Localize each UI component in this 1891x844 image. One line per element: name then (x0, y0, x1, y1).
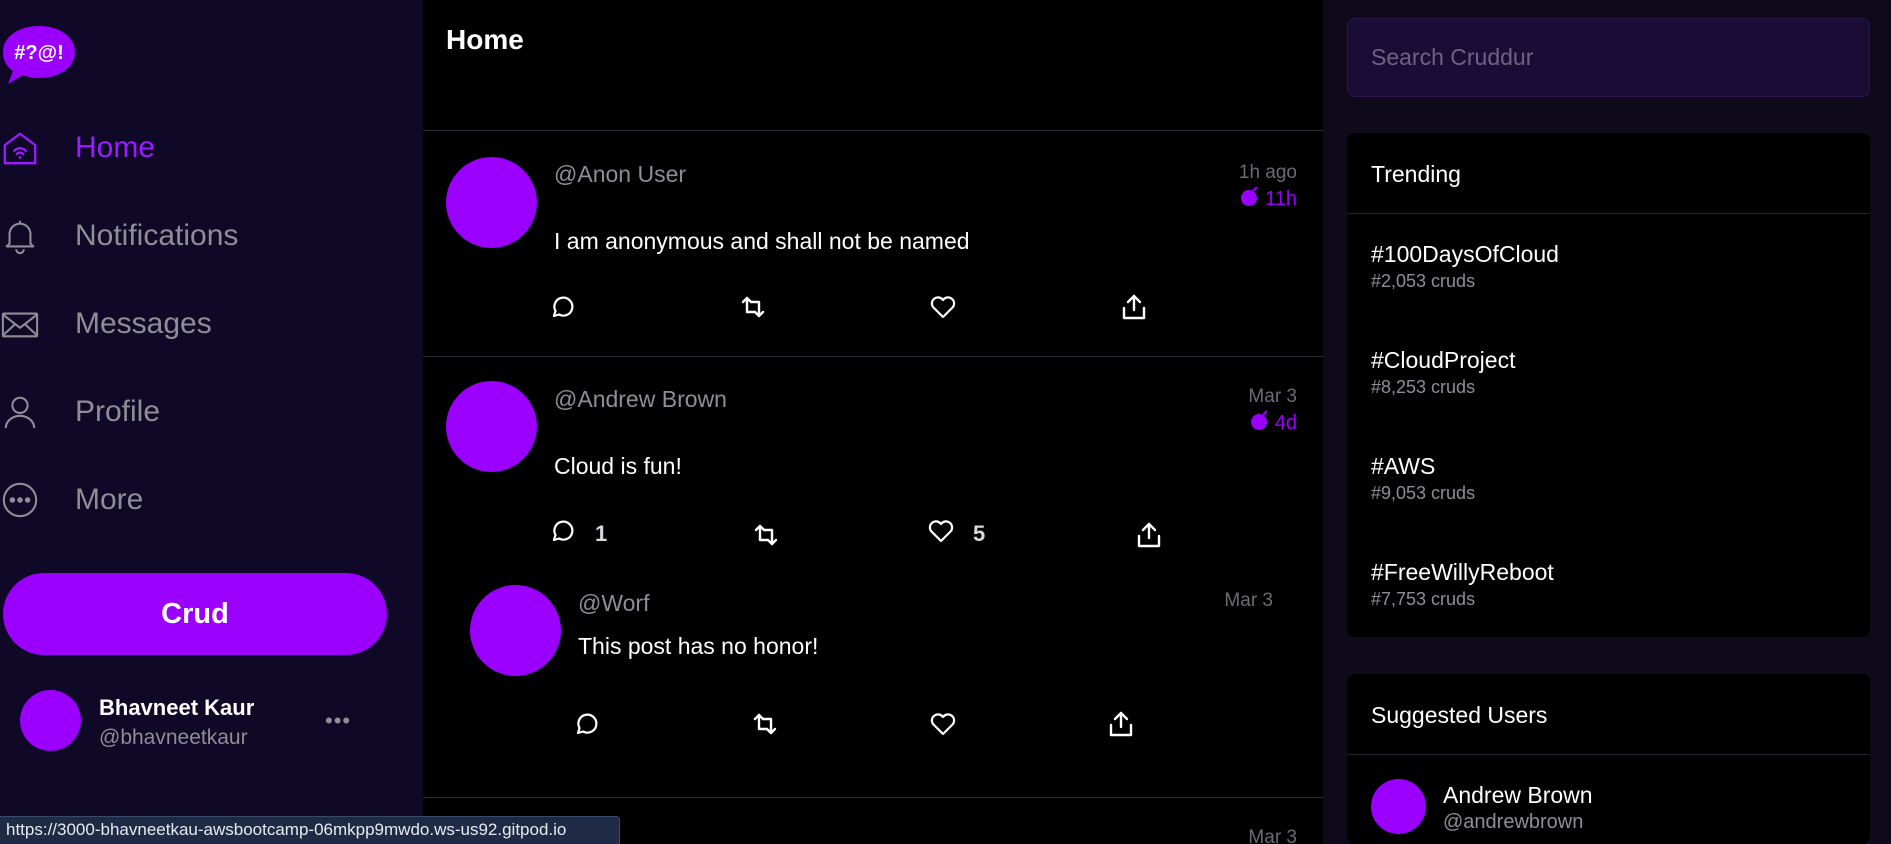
post-handle[interactable]: @Andrew Brown (554, 386, 727, 413)
reply-button[interactable] (573, 710, 601, 743)
avatar[interactable] (446, 381, 537, 472)
reply-count: 1 (595, 520, 608, 546)
nav-profile[interactable]: Profile (0, 382, 160, 442)
like-count: 5 (973, 520, 986, 546)
trending-tag: #FreeWillyReboot (1371, 559, 1554, 585)
home-icon (0, 128, 40, 168)
trending-count: #8,253 cruds (1371, 377, 1476, 397)
bomb-icon (1239, 185, 1261, 213)
bomb-icon (1249, 409, 1271, 437)
post-handle[interactable]: @Anon User (554, 161, 686, 188)
nav-messages[interactable]: Messages (0, 294, 212, 354)
trending-item[interactable]: #100DaysOfCloud #2,053 cruds (1371, 241, 1851, 292)
current-user-card[interactable]: Bhavneet Kaur @bhavneetkaur ••• (20, 690, 400, 752)
nav-notifications-label: Notifications (75, 219, 239, 252)
user-icon (0, 392, 40, 432)
avatar (1371, 779, 1426, 834)
reply-time: Mar 3 (1224, 590, 1273, 611)
trending-item[interactable]: #FreeWillyReboot #7,753 cruds (1371, 559, 1851, 610)
avatar[interactable] (446, 157, 537, 248)
share-button[interactable] (1107, 710, 1135, 743)
like-button[interactable] (929, 710, 957, 743)
more-circle-icon (0, 480, 40, 520)
right-column: Trending #100DaysOfCloud #2,053 cruds #C… (1323, 0, 1891, 844)
reply-avatar[interactable] (470, 585, 561, 676)
expires-text: 4d (1274, 411, 1297, 434)
link-status-bar: https://3000-bhavneetkau-awsbootcamp-06m… (0, 816, 620, 844)
repost-icon (752, 521, 780, 554)
suggested-user-handle: @andrewbrown (1443, 811, 1584, 833)
share-button[interactable] (1135, 521, 1163, 554)
post-text: I am anonymous and shall not be named (554, 228, 970, 254)
post[interactable]: @Andrew Brown Mar 3 4d Cloud is fun! 1 5… (423, 357, 1323, 797)
repost-button[interactable] (752, 521, 780, 554)
share-icon (1107, 710, 1135, 743)
trending-item[interactable]: #AWS #9,053 cruds (1371, 453, 1851, 504)
nav-home[interactable]: Home (0, 118, 155, 178)
trending-count: #7,753 cruds (1371, 589, 1476, 609)
trending-item[interactable]: #CloudProject #8,253 cruds (1371, 347, 1851, 398)
repost-button[interactable] (739, 293, 767, 326)
reply-handle[interactable]: @Worf (578, 590, 649, 617)
divider (423, 797, 1323, 798)
page-title: Home (446, 24, 524, 55)
post-expires: 4d (1249, 409, 1297, 437)
logo-text: #?@! (14, 42, 64, 64)
current-user-name: Bhavneet Kaur (99, 695, 255, 720)
crud-button[interactable]: Crud (3, 573, 387, 655)
user-more-button[interactable]: ••• (325, 708, 351, 734)
search-input[interactable] (1347, 18, 1870, 97)
post-time: Mar 3 (1248, 386, 1297, 407)
repost-button[interactable] (751, 710, 779, 743)
post[interactable]: @Anon User 1h ago 11h I am anonymous and… (423, 131, 1323, 356)
reply-button[interactable]: 1 (549, 517, 607, 550)
divider (1347, 754, 1870, 755)
current-user-handle: @bhavneetkaur (99, 726, 248, 749)
heart-icon (929, 293, 957, 326)
post-expires: 11h (1239, 185, 1297, 213)
trending-tag: #100DaysOfCloud (1371, 241, 1559, 267)
nav-more-label: More (75, 483, 144, 516)
nav-notifications[interactable]: Notifications (0, 206, 238, 266)
heart-icon (927, 517, 955, 550)
left-sidebar: #?@! Home Notifications Messages Profile… (0, 0, 423, 844)
repost-icon (739, 293, 767, 326)
nav-home-label: Home (75, 131, 156, 164)
reply-button[interactable] (549, 293, 577, 326)
nav-messages-label: Messages (75, 307, 212, 340)
nav-more[interactable]: More (0, 470, 143, 530)
suggested-title: Suggested Users (1371, 702, 1548, 728)
post-time: Mar 3 (1248, 827, 1297, 844)
suggested-user[interactable]: Andrew Brown @andrewbrown (1371, 779, 1851, 835)
bell-icon (0, 216, 40, 256)
reply-text: This post has no honor! (578, 633, 819, 659)
reply-icon (549, 517, 577, 550)
trending-count: #2,053 cruds (1371, 271, 1476, 291)
trending-panel: Trending #100DaysOfCloud #2,053 cruds #C… (1347, 133, 1870, 637)
envelope-icon (0, 304, 40, 344)
share-icon (1120, 293, 1148, 326)
post-text: Cloud is fun! (554, 453, 682, 479)
reply-icon (549, 293, 577, 326)
suggested-users-panel: Suggested Users Andrew Brown @andrewbrow… (1347, 674, 1870, 844)
share-icon (1135, 521, 1163, 554)
like-button[interactable]: 5 (927, 517, 985, 550)
expires-text: 11h (1265, 187, 1297, 210)
trending-count: #9,053 cruds (1371, 483, 1476, 503)
post-time: 1h ago (1238, 162, 1297, 183)
suggested-user-name: Andrew Brown (1443, 782, 1593, 808)
repost-icon (751, 710, 779, 743)
like-button[interactable] (929, 293, 957, 326)
trending-tag: #CloudProject (1371, 347, 1516, 373)
reply-icon (573, 710, 601, 743)
share-button[interactable] (1120, 293, 1148, 326)
cruddur-logo[interactable]: #?@! (2, 24, 76, 86)
nav-profile-label: Profile (75, 395, 161, 428)
divider (1347, 213, 1870, 214)
trending-title: Trending (1371, 161, 1461, 187)
trending-tag: #AWS (1371, 453, 1436, 479)
heart-icon (929, 710, 957, 743)
avatar (20, 690, 81, 751)
main-feed: Home @Anon User 1h ago 11h I am anonymou… (423, 0, 1323, 844)
